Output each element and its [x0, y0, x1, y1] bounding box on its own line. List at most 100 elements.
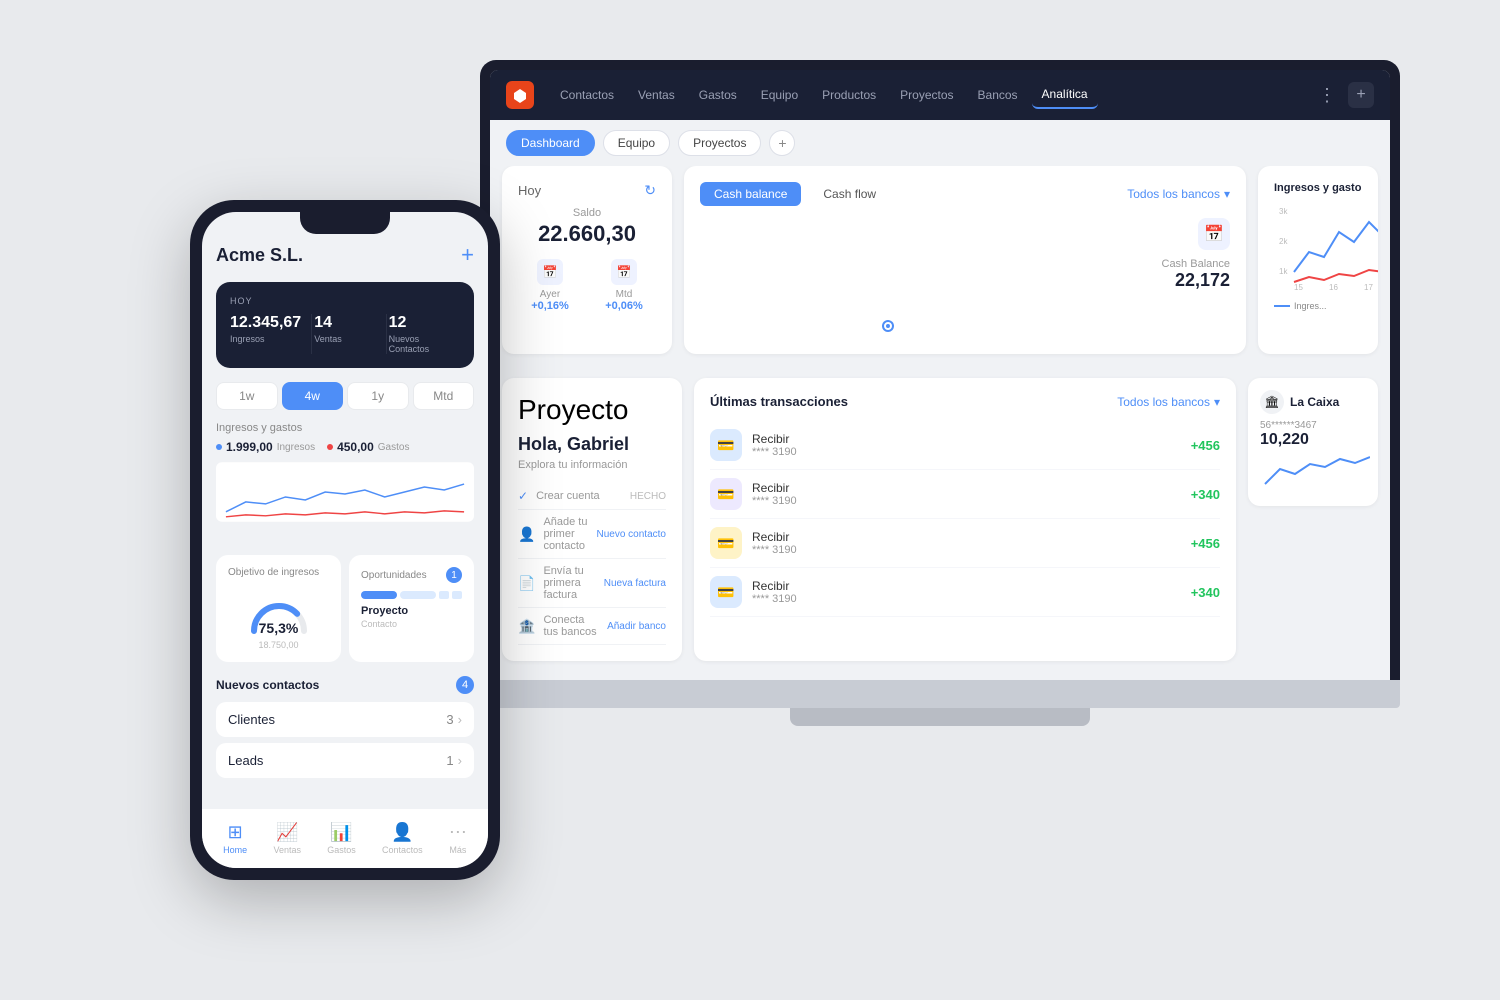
todo-status-hecho: HECHO	[630, 491, 666, 502]
trans-amount-3: +456	[1191, 536, 1220, 551]
nc-count-clientes: 3 ›	[446, 712, 462, 727]
phone-company-title: Acme S.L.	[216, 245, 303, 266]
today-card: Hoy ↻ Saldo 22.660,30 📅 Ayer +0,16%	[502, 166, 672, 354]
cash-balance-btn[interactable]: Cash balance	[700, 182, 801, 206]
laptop-device: Contactos Ventas Gastos Equipo Productos…	[480, 60, 1400, 760]
phone-nav-home-label: Home	[223, 845, 247, 855]
nav-contactos[interactable]: Contactos	[550, 82, 624, 108]
opor-header: Oportunidades 1	[361, 567, 462, 583]
phone-stat-name-contactos: Nuevos Contactos	[389, 334, 450, 354]
laptop-screen-border: Contactos Ventas Gastos Equipo Productos…	[480, 60, 1400, 680]
today-header: Hoy ↻	[518, 182, 656, 199]
cash-balance-card: Cash balance Cash flow Todos los bancos …	[684, 166, 1246, 354]
phone-stat-name-ventas: Ventas	[314, 334, 375, 344]
phone-stats-label: HOY	[230, 296, 460, 306]
nav-bancos[interactable]: Bancos	[968, 82, 1028, 108]
cash-balance-info: 📅 Cash Balance 22,172	[1130, 218, 1230, 338]
period-tab-1w[interactable]: 1w	[216, 382, 278, 410]
nuevo-contacto-link[interactable]: Nuevo contacto	[597, 529, 667, 540]
tab-dashboard[interactable]: Dashboard	[506, 130, 595, 156]
desktop-content: Hoy ↻ Saldo 22.660,30 📅 Ayer +0,16%	[490, 166, 1390, 676]
nav-equipo[interactable]: Equipo	[751, 82, 808, 108]
nueva-factura-link[interactable]: Nueva factura	[604, 578, 666, 589]
nav-proyectos[interactable]: Proyectos	[890, 82, 963, 108]
ing-value-gastos: 450,00	[337, 440, 374, 454]
nc-header: Nuevos contactos 4	[216, 676, 474, 694]
ayer-label: Ayer	[518, 289, 582, 300]
bank-selector[interactable]: Todos los bancos ▾	[1127, 187, 1230, 201]
refresh-icon[interactable]: ↻	[644, 182, 656, 199]
phone-nav-contactos[interactable]: 👤 Contactos	[382, 822, 423, 855]
trans-info-2: Recibir **** 3190	[752, 481, 797, 507]
period-stats: 📅 Ayer +0,16% 📅 Mtd +0,06%	[518, 259, 656, 312]
lacaixa-logo-icon: 🏛	[1260, 390, 1284, 414]
period-tab-1y[interactable]: 1y	[347, 382, 409, 410]
nc-chevron-leads: ›	[458, 753, 462, 768]
phone-device: Acme S.L. + HOY 12.345,67 Ingresos 14 Ve…	[190, 200, 500, 880]
main-area: Hoy ↻ Saldo 22.660,30 📅 Ayer +0,16%	[502, 166, 1378, 664]
phone-notch	[300, 212, 390, 234]
send-invoice-icon: 📄	[518, 575, 535, 592]
desktop-nav: Contactos Ventas Gastos Equipo Productos…	[490, 70, 1390, 120]
trans-icon-4: 💳	[710, 576, 742, 608]
period-tab-mtd[interactable]: Mtd	[413, 382, 475, 410]
phone-nav-home[interactable]: ⊞ Home	[223, 822, 247, 855]
nav-analitica[interactable]: Analítica	[1032, 81, 1098, 109]
trans-amount-2: +340	[1191, 487, 1220, 502]
todo-primera-factura: 📄 Envía tu primera factura Nueva factura	[518, 559, 666, 608]
opor-bar-filled	[361, 591, 397, 599]
nc-item-clientes[interactable]: Clientes 3 ›	[216, 702, 474, 737]
laptop-base	[480, 680, 1400, 708]
cb-label: Cash Balance	[1130, 258, 1230, 270]
ing-values: 1.999,00 Ingresos 450,00 Gastos	[216, 440, 474, 454]
trans-item-3: 💳 Recibir **** 3190 +456	[710, 519, 1220, 568]
nav-productos[interactable]: Productos	[812, 82, 886, 108]
mtd-value: +0,06%	[592, 300, 656, 312]
nav-more-dots[interactable]: ⋮	[1310, 81, 1344, 110]
tab-add-button[interactable]: +	[769, 130, 795, 156]
nc-item-leads[interactable]: Leads 1 ›	[216, 743, 474, 778]
phone-outer: Acme S.L. + HOY 12.345,67 Ingresos 14 Ve…	[190, 200, 500, 880]
trans-amount-4: +340	[1191, 585, 1220, 600]
opor-badge: 1	[446, 567, 462, 583]
gauge-value: 75,3%	[259, 620, 299, 636]
trans-icon-1: 💳	[710, 429, 742, 461]
trans-type-3: Recibir	[752, 530, 797, 544]
phone-stat-value-ventas: 14	[314, 314, 375, 332]
nc-chevron-clientes: ›	[458, 712, 462, 727]
phone-nav-gastos[interactable]: 📊 Gastos	[327, 822, 356, 855]
nav-plus-button[interactable]: +	[1348, 82, 1374, 108]
opor-bar-filled2	[400, 591, 436, 599]
anadir-banco-link[interactable]: Añadir banco	[607, 621, 666, 632]
period-tab-4w[interactable]: 4w	[282, 382, 344, 410]
phone-nav-mas[interactable]: ⋯ Más	[449, 822, 467, 855]
mtd-label: Mtd	[592, 289, 656, 300]
ingresos-chart-svg: 3k 2k 1k 15 16 17	[1274, 202, 1378, 292]
nav-ventas[interactable]: Ventas	[628, 82, 685, 108]
phone-nav-ventas[interactable]: 📈 Ventas	[273, 822, 301, 855]
phone-stat-ventas: 14 Ventas	[314, 314, 386, 354]
phone-stat-ingresos: 12.345,67 Ingresos	[230, 314, 312, 354]
trans-header: Últimas transacciones Todos los bancos ▾	[710, 394, 1220, 409]
tab-proyectos[interactable]: Proyectos	[678, 130, 761, 156]
ing-name-ingresos: Ingresos	[277, 442, 315, 453]
trans-bank-selector[interactable]: Todos los bancos ▾	[1117, 395, 1220, 409]
cash-card-header: Cash balance Cash flow Todos los bancos …	[700, 182, 1230, 206]
trans-num-3: **** 3190	[752, 544, 797, 556]
phone-add-button[interactable]: +	[461, 242, 474, 268]
bottom-row: Proyecto Hola, Gabriel Explora tu inform…	[502, 378, 1378, 661]
tab-equipo[interactable]: Equipo	[603, 130, 670, 156]
trans-num-4: **** 3190	[752, 593, 797, 605]
mas-nav-icon: ⋯	[449, 822, 467, 843]
cash-flow-btn[interactable]: Cash flow	[809, 182, 890, 206]
trans-type-1: Recibir	[752, 432, 797, 446]
mtd-stat: 📅 Mtd +0,06%	[592, 259, 656, 312]
saldo-label: Saldo	[518, 207, 656, 219]
transactions-card: Últimas transacciones Todos los bancos ▾…	[694, 378, 1236, 661]
gastos-nav-icon: 📊	[330, 822, 352, 843]
gauge-wrapper: 75,3%	[244, 586, 314, 636]
phone-nav-contactos-label: Contactos	[382, 845, 423, 855]
trans-item-1: 💳 Recibir **** 3190 +456	[710, 421, 1220, 470]
laptop-screen: Contactos Ventas Gastos Equipo Productos…	[490, 70, 1390, 680]
nav-gastos[interactable]: Gastos	[689, 82, 747, 108]
